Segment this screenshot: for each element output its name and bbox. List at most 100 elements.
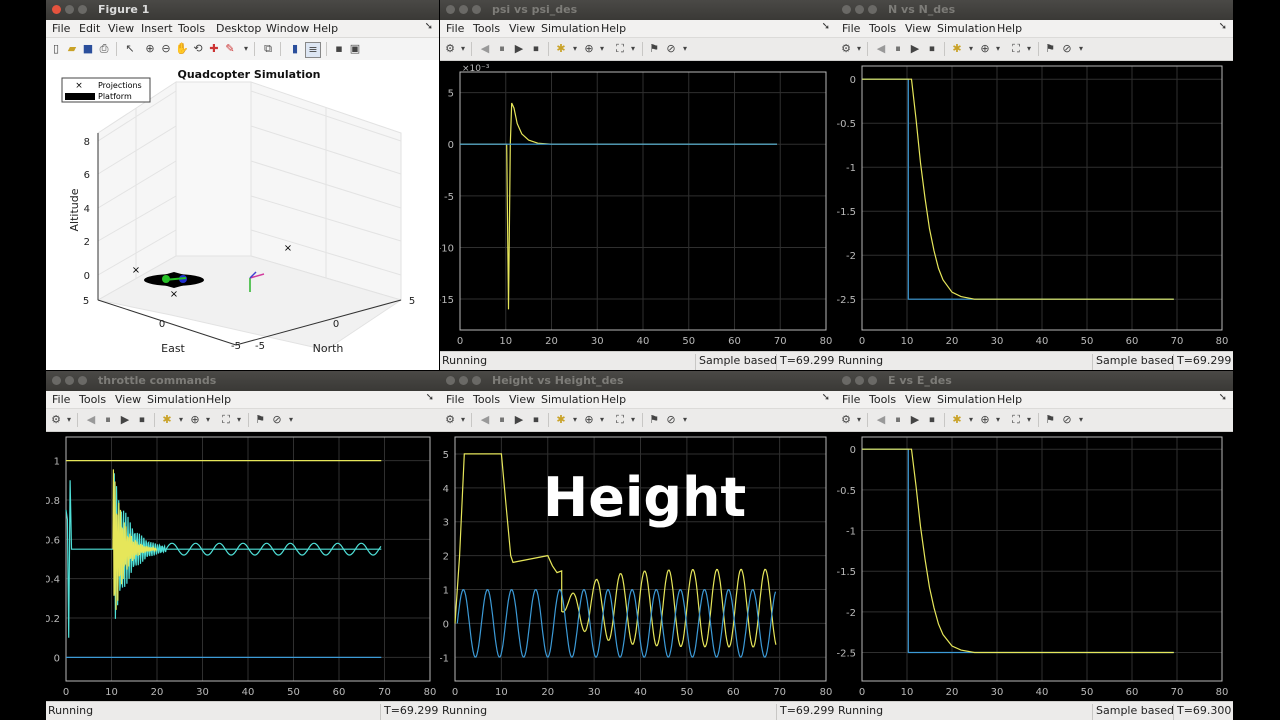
maximize-button[interactable] <box>868 376 877 385</box>
menu-view[interactable]: View <box>115 393 141 406</box>
close-button[interactable] <box>842 376 851 385</box>
dropdown-icon[interactable]: ▾ <box>1074 42 1088 56</box>
zoom-icon[interactable]: ⊕ <box>582 42 596 56</box>
minimize-button[interactable] <box>65 5 74 14</box>
dropdown-icon[interactable]: ▾ <box>964 42 978 56</box>
settings-icon[interactable]: ⚙ <box>839 42 853 56</box>
menu-simulation[interactable]: Simulation <box>541 22 600 35</box>
pause-icon[interactable]: ⏸ <box>891 413 905 427</box>
menu-edit[interactable]: Edit <box>79 22 100 35</box>
menu-tools[interactable]: Tools <box>473 22 500 35</box>
menu-simulation[interactable]: Simulation <box>147 393 206 406</box>
menu-tools[interactable]: Tools <box>869 393 896 406</box>
minimize-button[interactable] <box>855 376 864 385</box>
show-plot-tools-icon[interactable]: ▣ <box>348 42 362 56</box>
figure-titlebar[interactable]: Figure 1 <box>46 0 439 20</box>
autoscale-icon[interactable]: ⛶ <box>1009 413 1023 427</box>
brush-menu-icon[interactable]: ▾ <box>239 42 253 56</box>
highlight-block-icon[interactable]: ✱ <box>554 413 568 427</box>
menu-overflow-icon[interactable]: ➘ <box>1219 392 1227 403</box>
legend-icon[interactable]: ≡ <box>305 42 321 58</box>
zoom-icon[interactable]: ⊕ <box>978 42 992 56</box>
north-titlebar[interactable]: N vs N_des <box>836 0 1233 20</box>
menu-simulation[interactable]: Simulation <box>937 22 996 35</box>
menu-tools[interactable]: Tools <box>869 22 896 35</box>
measurements-icon[interactable]: ⊘ <box>664 413 678 427</box>
close-button[interactable] <box>842 5 851 14</box>
menu-tools[interactable]: Tools <box>473 393 500 406</box>
stop-icon[interactable]: ⏹ <box>925 42 939 56</box>
dropdown-icon[interactable]: ▾ <box>284 413 298 427</box>
dropdown-icon[interactable]: ▾ <box>201 413 215 427</box>
menu-simulation[interactable]: Simulation <box>541 393 600 406</box>
pause-icon[interactable]: ⏸ <box>495 42 509 56</box>
dropdown-icon[interactable]: ▾ <box>1074 413 1088 427</box>
zoom-in-icon[interactable]: ⊕ <box>143 42 157 56</box>
pause-icon[interactable]: ⏸ <box>101 413 115 427</box>
menu-view[interactable]: View <box>905 22 931 35</box>
menu-window[interactable]: Window <box>266 22 309 35</box>
autoscale-icon[interactable]: ⛶ <box>613 413 627 427</box>
dropdown-icon[interactable]: ▾ <box>964 413 978 427</box>
step-back-icon[interactable]: ◀ <box>478 42 492 56</box>
legend[interactable]: × Projections Platform <box>61 77 151 103</box>
dropdown-icon[interactable]: ▾ <box>595 42 609 56</box>
close-button[interactable] <box>52 5 61 14</box>
autoscale-icon[interactable]: ⛶ <box>1009 42 1023 56</box>
settings-icon[interactable]: ⚙ <box>839 413 853 427</box>
menu-insert[interactable]: Insert <box>141 22 173 35</box>
dropdown-icon[interactable]: ▾ <box>456 42 470 56</box>
link-plot-icon[interactable]: ⧉ <box>261 42 275 56</box>
triggers-icon[interactable]: ⚑ <box>647 413 661 427</box>
minimize-button[interactable] <box>459 376 468 385</box>
step-forward-icon[interactable]: ▶ <box>512 42 526 56</box>
menu-view[interactable]: View <box>108 22 134 35</box>
pause-icon[interactable]: ⏸ <box>891 42 905 56</box>
dropdown-icon[interactable]: ▾ <box>852 413 866 427</box>
menu-overflow-icon[interactable]: ➘ <box>822 392 830 403</box>
stop-icon[interactable]: ⏹ <box>529 413 543 427</box>
triggers-icon[interactable]: ⚑ <box>1043 413 1057 427</box>
dropdown-icon[interactable]: ▾ <box>678 42 692 56</box>
menu-overflow-icon[interactable]: ➘ <box>426 392 434 403</box>
dropdown-icon[interactable]: ▾ <box>991 413 1005 427</box>
zoom-icon[interactable]: ⊕ <box>188 413 202 427</box>
dropdown-icon[interactable]: ▾ <box>991 42 1005 56</box>
step-forward-icon[interactable]: ▶ <box>908 413 922 427</box>
step-back-icon[interactable]: ◀ <box>874 42 888 56</box>
minimize-button[interactable] <box>459 5 468 14</box>
minimize-button[interactable] <box>855 5 864 14</box>
triggers-icon[interactable]: ⚑ <box>1043 42 1057 56</box>
maximize-button[interactable] <box>78 5 87 14</box>
step-back-icon[interactable]: ◀ <box>478 413 492 427</box>
measurements-icon[interactable]: ⊘ <box>664 42 678 56</box>
menu-help[interactable]: Help <box>601 22 626 35</box>
menu-file[interactable]: File <box>52 393 70 406</box>
dropdown-icon[interactable]: ▾ <box>626 42 640 56</box>
autoscale-icon[interactable]: ⛶ <box>613 42 627 56</box>
highlight-block-icon[interactable]: ✱ <box>554 42 568 56</box>
menu-help[interactable]: Help <box>313 22 338 35</box>
step-back-icon[interactable]: ◀ <box>84 413 98 427</box>
data-cursor-icon[interactable]: ✚ <box>207 42 221 56</box>
new-figure-icon[interactable]: ▯ <box>49 42 63 56</box>
save-icon[interactable]: ■ <box>81 42 95 56</box>
menu-overflow-icon[interactable]: ➘ <box>425 21 433 32</box>
menu-help[interactable]: Help <box>601 393 626 406</box>
step-forward-icon[interactable]: ▶ <box>908 42 922 56</box>
rotate-icon[interactable]: ⟲ <box>191 42 205 56</box>
autoscale-icon[interactable]: ⛶ <box>219 413 233 427</box>
dropdown-icon[interactable]: ▾ <box>626 413 640 427</box>
measurements-icon[interactable]: ⊘ <box>1060 413 1074 427</box>
minimize-button[interactable] <box>65 376 74 385</box>
maximize-button[interactable] <box>78 376 87 385</box>
menu-help[interactable]: Help <box>206 393 231 406</box>
height-titlebar[interactable]: Height vs Height_des <box>440 371 836 391</box>
brush-icon[interactable]: ✎ <box>223 42 237 56</box>
open-icon[interactable]: ▰ <box>65 42 79 56</box>
triggers-icon[interactable]: ⚑ <box>253 413 267 427</box>
menu-file[interactable]: File <box>842 393 860 406</box>
menu-overflow-icon[interactable]: ➘ <box>1219 21 1227 32</box>
maximize-button[interactable] <box>472 376 481 385</box>
menu-simulation[interactable]: Simulation <box>937 393 996 406</box>
